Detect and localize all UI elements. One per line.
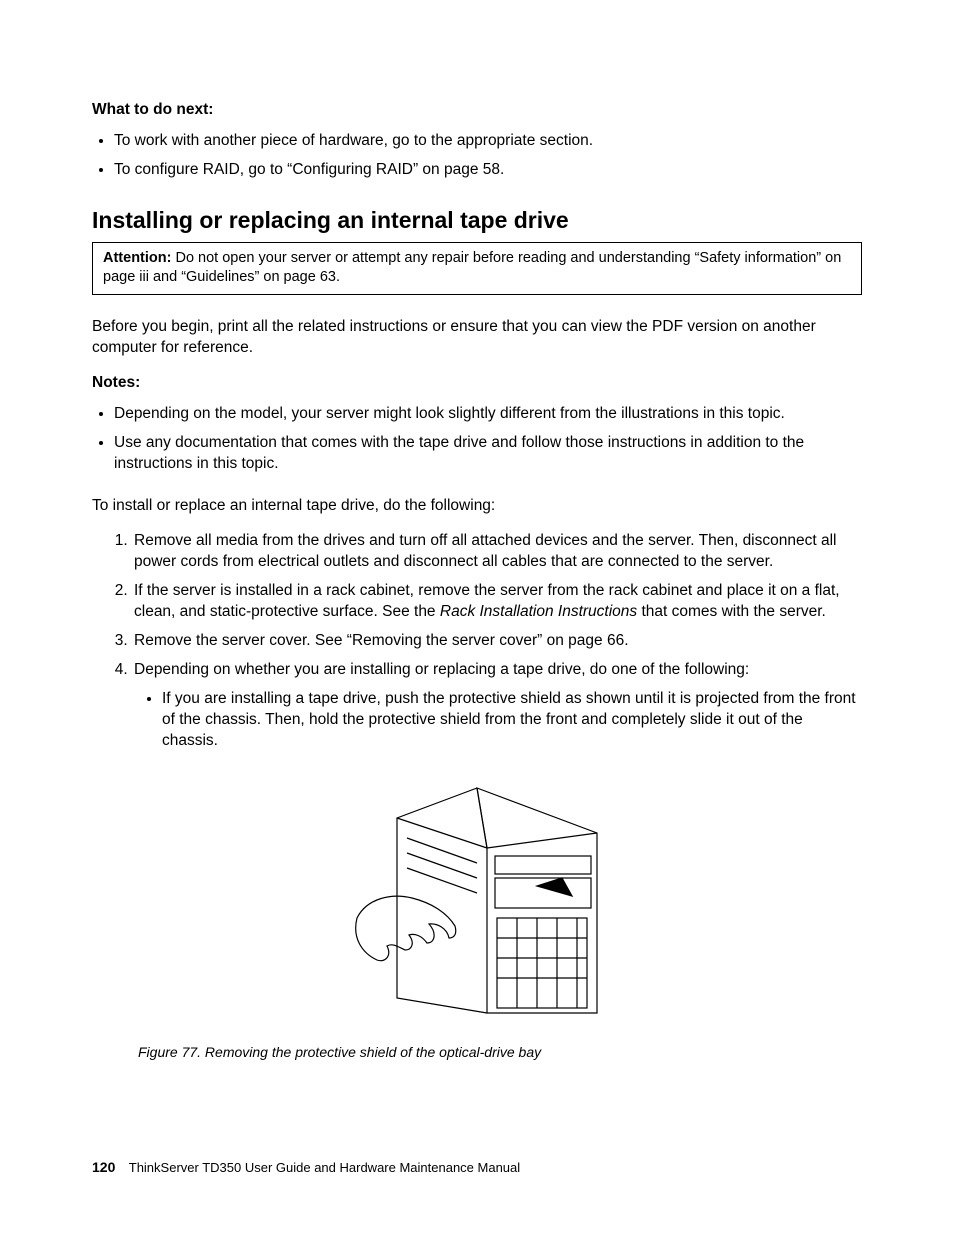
step-item: If the server is installed in a rack cab… (132, 581, 862, 623)
page-number: 120 (92, 1159, 115, 1175)
page-footer: 120 ThinkServer TD350 User Guide and Har… (92, 1158, 520, 1177)
notes-list: Depending on the model, your server migh… (92, 404, 862, 475)
intro-paragraph: Before you begin, print all the related … (92, 317, 862, 359)
figure-illustration (337, 778, 617, 1018)
what-next-heading: What to do next: (92, 100, 862, 121)
step-text: Depending on whether you are installing … (134, 661, 749, 678)
attention-box: Attention: Do not open your server or at… (92, 242, 862, 295)
list-item: Depending on the model, your server migh… (114, 404, 862, 425)
book-title: ThinkServer TD350 User Guide and Hardwar… (129, 1160, 520, 1175)
what-next-list: To work with another piece of hardware, … (92, 131, 862, 181)
figure-container: Figure 77. Removing the protective shiel… (92, 778, 862, 1062)
list-item: To configure RAID, go to “Configuring RA… (114, 160, 862, 181)
steps-list: Remove all media from the drives and tur… (92, 531, 862, 751)
section-heading: Installing or replacing an internal tape… (92, 205, 862, 236)
attention-text: Do not open your server or attempt any r… (103, 250, 841, 286)
step-item: Remove the server cover. See “Removing t… (132, 631, 862, 652)
substep-list: If you are installing a tape drive, push… (134, 689, 862, 752)
substep-item: If you are installing a tape drive, push… (162, 689, 862, 752)
list-item: To work with another piece of hardware, … (114, 131, 862, 152)
list-item: Use any documentation that comes with th… (114, 433, 862, 475)
step-item: Depending on whether you are installing … (132, 660, 862, 752)
steps-intro: To install or replace an internal tape d… (92, 496, 862, 517)
notes-heading: Notes: (92, 373, 862, 394)
attention-label: Attention: (103, 250, 171, 266)
server-illustration-icon (337, 778, 617, 1018)
step-text-italic: Rack Installation Instructions (440, 603, 637, 620)
step-text-b: that comes with the server. (637, 603, 826, 620)
figure-caption: Figure 77. Removing the protective shiel… (92, 1043, 862, 1062)
page-container: What to do next: To work with another pi… (0, 0, 954, 1235)
step-item: Remove all media from the drives and tur… (132, 531, 862, 573)
